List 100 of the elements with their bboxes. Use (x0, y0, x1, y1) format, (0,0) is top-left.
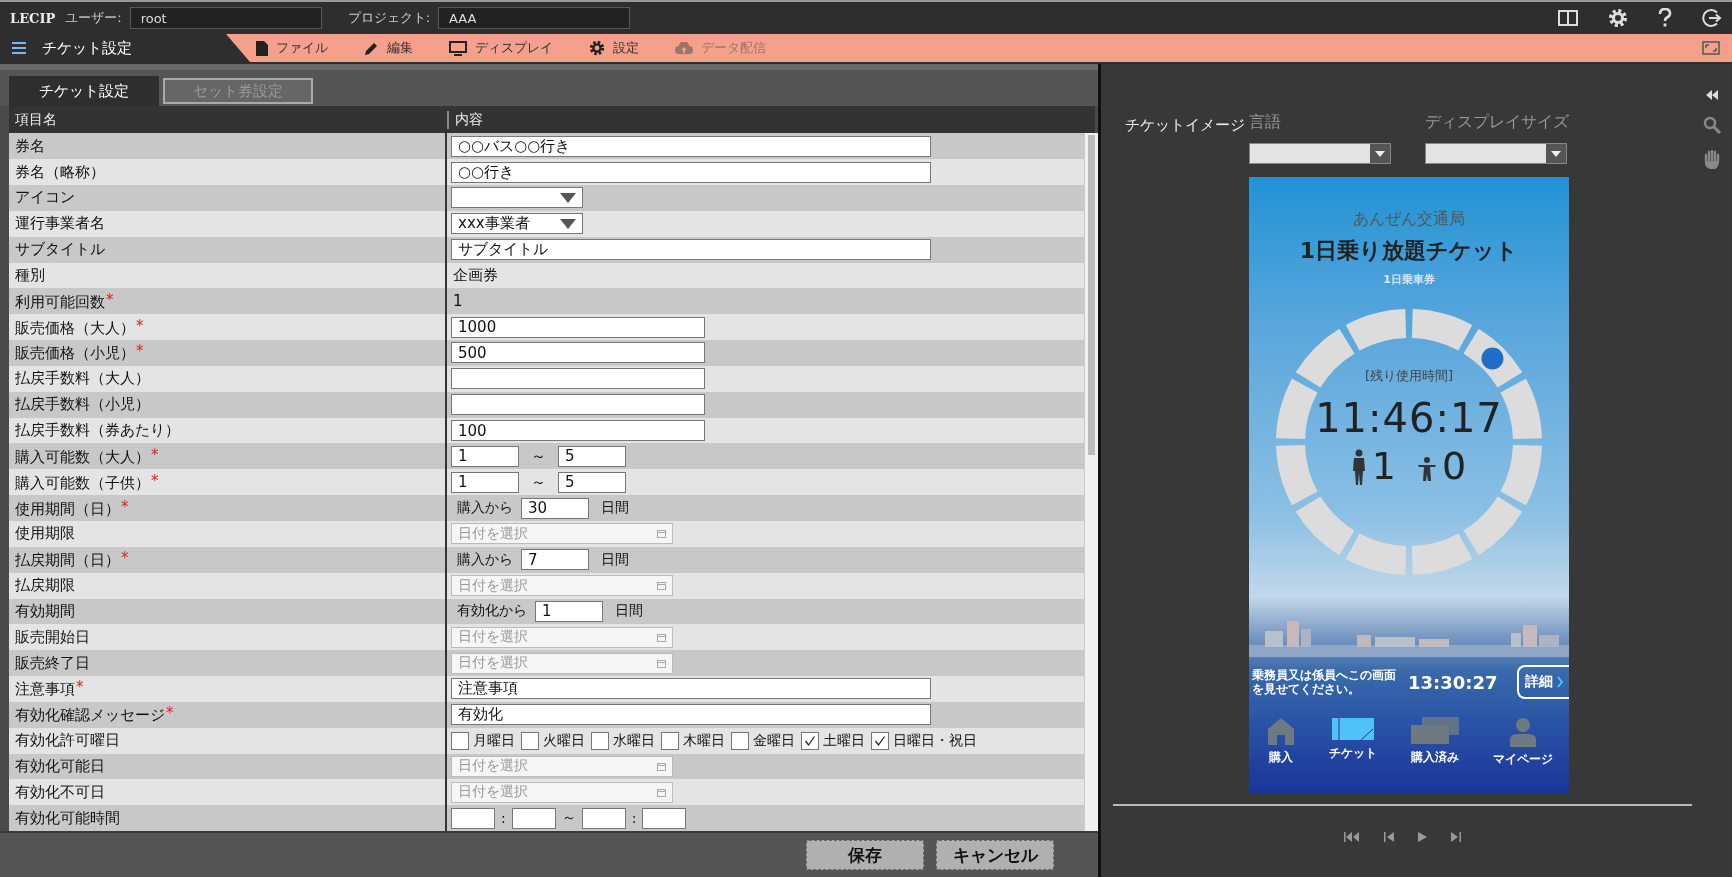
ticket-type: 1日乗車券 (1383, 272, 1435, 287)
checkbox[interactable] (801, 731, 819, 750)
number-field[interactable] (451, 368, 705, 390)
checkmark-icon (874, 734, 886, 747)
play-icon[interactable] (1418, 832, 1427, 842)
previous-icon[interactable] (1384, 832, 1394, 842)
field-label: 運行事業者名 (15, 214, 105, 234)
field-suffix: 日間 (601, 499, 629, 518)
hand-icon[interactable] (1703, 150, 1721, 170)
user-label: ユーザー: (65, 9, 122, 27)
field-label: 有効化不可日 (15, 782, 105, 802)
settings-icon[interactable] (1608, 8, 1628, 28)
number-field[interactable]: 7 (521, 549, 589, 571)
field-prefix: 購入から (457, 550, 513, 569)
menu-icon[interactable] (12, 42, 26, 54)
field-prefix: 購入から (457, 499, 513, 518)
field-label: 有効化可能日 (15, 757, 105, 776)
minute-field[interactable] (642, 807, 687, 829)
number-field[interactable]: 1 (535, 600, 603, 622)
details-button[interactable]: 詳細 (1517, 665, 1569, 699)
search-icon[interactable] (1703, 116, 1721, 134)
menu-item[interactable]: ディスプレイ (443, 37, 559, 59)
child-count: 0 (1442, 447, 1467, 485)
preview-title: チケットイメージ (1125, 116, 1246, 136)
language-label: 言語 (1249, 112, 1282, 133)
field-suffix: 日間 (601, 550, 629, 569)
number-field[interactable]: 100 (451, 420, 705, 441)
caret-icon (1546, 144, 1566, 163)
number-field[interactable]: 5 (558, 471, 626, 493)
hour-field[interactable] (581, 807, 626, 829)
nav-tab[interactable]: マイページ (1492, 717, 1553, 768)
language-dropdown[interactable] (1249, 143, 1391, 164)
adult-count: 1 (1371, 447, 1396, 485)
child-icon (1418, 457, 1436, 481)
adult-icon (1351, 449, 1366, 485)
menu-item[interactable]: ファイル (250, 37, 334, 59)
checkbox[interactable] (731, 731, 749, 750)
text-field[interactable]: サブタイトル (451, 239, 931, 261)
skip-to-end-icon[interactable] (1451, 832, 1461, 842)
checkbox[interactable] (591, 731, 609, 750)
action-button[interactable]: 保存 (806, 840, 924, 871)
hour-field[interactable] (451, 807, 495, 829)
text-field[interactable]: 注意事項 (451, 678, 931, 700)
minute-field[interactable] (511, 807, 556, 829)
logout-icon[interactable] (1702, 8, 1722, 28)
action-button[interactable]: キャンセル (936, 840, 1054, 871)
menu-item[interactable]: 編集 (358, 37, 419, 59)
text-field[interactable]: ○○バス○○行き (451, 135, 931, 157)
cloud-upload-icon (675, 42, 693, 54)
notice-text: 乗務員又は係員へこの画面を見せてください。 (1252, 667, 1397, 697)
remaining-label: [残り使用時間] (1364, 367, 1454, 385)
value-text: 企画券 (452, 265, 498, 285)
remaining-time: 11:46:17 (1315, 395, 1503, 441)
number-field[interactable]: 1 (451, 471, 519, 493)
skip-to-start-icon[interactable] (1344, 832, 1360, 842)
checkbox-label: 土曜日 (823, 731, 865, 750)
user-field[interactable]: root (129, 7, 322, 29)
checkbox[interactable] (871, 731, 889, 750)
split-view-icon[interactable] (1558, 10, 1578, 26)
nav-tab[interactable]: チケット (1328, 717, 1377, 768)
field-label: 使用期限 (15, 524, 75, 544)
chevron-icon (1557, 676, 1563, 688)
field-prefix: 有効化から (457, 602, 527, 621)
pencil-icon (364, 40, 379, 56)
text-field[interactable]: 有効化 (451, 704, 931, 726)
time-separator: : (631, 810, 637, 827)
number-field[interactable]: 1000 (451, 316, 705, 338)
fullscreen-icon[interactable] (1702, 41, 1720, 55)
field-label: アイコン (15, 188, 75, 208)
caret-icon (560, 192, 576, 203)
checkbox-label: 金曜日 (753, 731, 795, 750)
help-icon[interactable] (1658, 8, 1672, 28)
number-field[interactable]: 500 (451, 342, 705, 364)
nav-tab[interactable]: 購入済み (1409, 717, 1460, 768)
field-label: 販売開始日 (15, 627, 90, 647)
number-field[interactable] (451, 394, 705, 416)
checkbox[interactable] (451, 731, 469, 750)
number-field[interactable]: 1 (451, 445, 519, 467)
number-field[interactable]: 30 (521, 497, 589, 519)
dropdown[interactable] (451, 187, 583, 209)
column-header: 項目名 (9, 110, 449, 129)
gear-icon (589, 40, 605, 56)
text-field[interactable]: ○○行き (451, 161, 931, 183)
collapse-icon[interactable] (1706, 90, 1718, 100)
house-icon (1265, 717, 1296, 745)
ticket-icon (1330, 717, 1375, 741)
tab[interactable]: チケット設定 (9, 76, 159, 106)
field-label: 払戻期限 (15, 576, 75, 596)
field-label: 有効化可能時間 (15, 808, 120, 828)
menu-item[interactable]: 設定 (583, 37, 645, 59)
range-separator: ～ (531, 472, 546, 492)
nav-tab[interactable]: 購入 (1265, 717, 1296, 768)
project-field[interactable]: AAA (438, 7, 631, 29)
display-size-dropdown[interactable] (1425, 143, 1567, 164)
agency-name: あんぜん交通局 (1353, 209, 1465, 230)
dropdown[interactable]: xxx事業者 (451, 213, 583, 235)
checkbox[interactable] (521, 731, 539, 750)
checkbox[interactable] (661, 731, 679, 750)
field-label: 有効期間 (15, 601, 75, 621)
number-field[interactable]: 5 (558, 445, 626, 467)
